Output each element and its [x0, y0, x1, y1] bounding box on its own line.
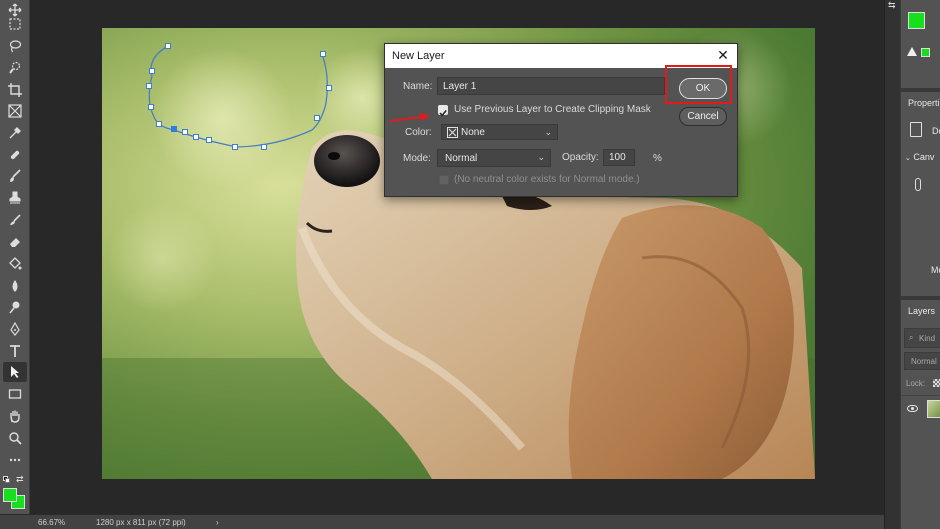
history-brush-tool-icon[interactable] — [3, 210, 27, 230]
marquee-tool-icon[interactable] — [3, 14, 27, 34]
document-info: 1280 px x 811 px (72 ppi) — [96, 518, 186, 527]
warning-icon — [907, 47, 917, 56]
color-label: Color: — [405, 127, 432, 138]
lock-label: Lock: — [906, 379, 926, 388]
opacity-label: Opacity: — [562, 152, 599, 163]
foreground-color-swatch[interactable] — [3, 488, 17, 502]
properties-panel-title[interactable]: Properti — [908, 98, 940, 108]
opacity-unit: % — [653, 153, 662, 164]
type-tool-icon[interactable] — [3, 341, 27, 361]
rectangle-tool-icon[interactable] — [3, 384, 27, 404]
blur-tool-icon[interactable] — [3, 276, 27, 296]
cancel-button[interactable]: Cancel — [679, 107, 727, 126]
photoshop-window: ⇄ ⇆ Properti D ⌄ Canv M Layers ⌕ Kind No… — [0, 0, 940, 529]
mode-label: Mo — [931, 265, 940, 275]
layer-name-input[interactable] — [437, 77, 665, 95]
layers-panel-title[interactable]: Layers — [908, 306, 935, 316]
red-arrow-icon — [389, 112, 430, 122]
neutral-color-checkbox[interactable] — [439, 175, 449, 185]
hand-tool-icon[interactable] — [3, 406, 27, 426]
dodge-tool-icon[interactable] — [3, 297, 27, 317]
opacity-input[interactable] — [603, 149, 635, 166]
swap-colors-icon[interactable]: ⇄ — [16, 474, 24, 485]
color-select[interactable]: None ⌄ — [441, 124, 558, 140]
layer-filter-kind: Kind — [919, 334, 936, 343]
zoom-tool-icon[interactable] — [3, 428, 27, 448]
layer-filter-field[interactable]: ⌕ Kind — [904, 328, 940, 348]
crop-tool-icon[interactable] — [3, 80, 27, 100]
lasso-tool-icon[interactable] — [3, 36, 27, 56]
name-label: Name: — [403, 81, 433, 92]
foreground-color-preview[interactable] — [908, 12, 925, 29]
brush-tool-icon[interactable] — [3, 166, 27, 186]
quick-selection-tool-icon[interactable] — [3, 58, 27, 78]
mode-select[interactable]: Normal ⌄ — [437, 149, 551, 167]
default-colors-icon[interactable] — [3, 476, 10, 483]
no-color-icon — [447, 127, 458, 138]
tools-panel: ⇄ — [0, 0, 30, 514]
paint-bucket-tool-icon[interactable] — [3, 254, 27, 274]
clone-stamp-tool-icon[interactable] — [3, 188, 27, 208]
document-label: Do — [932, 126, 940, 136]
collapsed-panel-strip: ⇆ — [884, 0, 900, 529]
document-icon — [910, 122, 922, 137]
frame-tool-icon[interactable] — [3, 101, 27, 121]
blend-mode-select[interactable]: Normal — [904, 352, 940, 370]
pen-tool-icon[interactable] — [3, 319, 27, 339]
mode-label: Mode: — [403, 153, 431, 164]
clipping-mask-label[interactable]: Use Previous Layer to Create Clipping Ma… — [454, 104, 651, 115]
status-bar: 66.67% 1280 px x 811 px (72 ppi) › — [0, 514, 884, 529]
layer-visibility-eye-icon[interactable] — [907, 405, 918, 412]
link-icon[interactable] — [915, 178, 921, 191]
ok-highlight-box — [665, 65, 732, 104]
zoom-level[interactable]: 66.67% — [38, 518, 65, 527]
canvas-section-toggle[interactable]: ⌄ Canv — [905, 152, 934, 162]
lock-transparent-icon[interactable] — [933, 379, 940, 387]
neutral-color-label: (No neutral color exists for Normal mode… — [454, 174, 640, 185]
right-panels: Properti Do ⌄ Canv Mo Layers ⌕ Kind Norm… — [900, 0, 940, 529]
healing-brush-tool-icon[interactable] — [3, 145, 27, 165]
close-icon[interactable]: ✕ — [715, 47, 731, 63]
path-selection-tool-icon[interactable] — [3, 362, 27, 382]
eraser-tool-icon[interactable] — [3, 232, 27, 252]
eyedropper-tool-icon[interactable] — [3, 123, 27, 143]
chevron-down-icon: ⌄ — [537, 152, 545, 162]
expand-panels-icon[interactable]: ⇆ — [888, 0, 896, 11]
status-menu-arrow[interactable]: › — [216, 518, 219, 527]
clipping-mask-checkbox[interactable] — [438, 105, 448, 117]
color-swatch-small[interactable] — [921, 48, 930, 57]
search-icon: ⌕ — [909, 333, 914, 342]
chevron-down-icon: ⌄ — [544, 127, 552, 137]
canvas-section-title: Canv — [913, 152, 935, 162]
layer-thumbnail[interactable] — [927, 400, 940, 418]
dialog-title: New Layer — [392, 50, 445, 62]
more-tools-icon[interactable] — [3, 450, 27, 470]
